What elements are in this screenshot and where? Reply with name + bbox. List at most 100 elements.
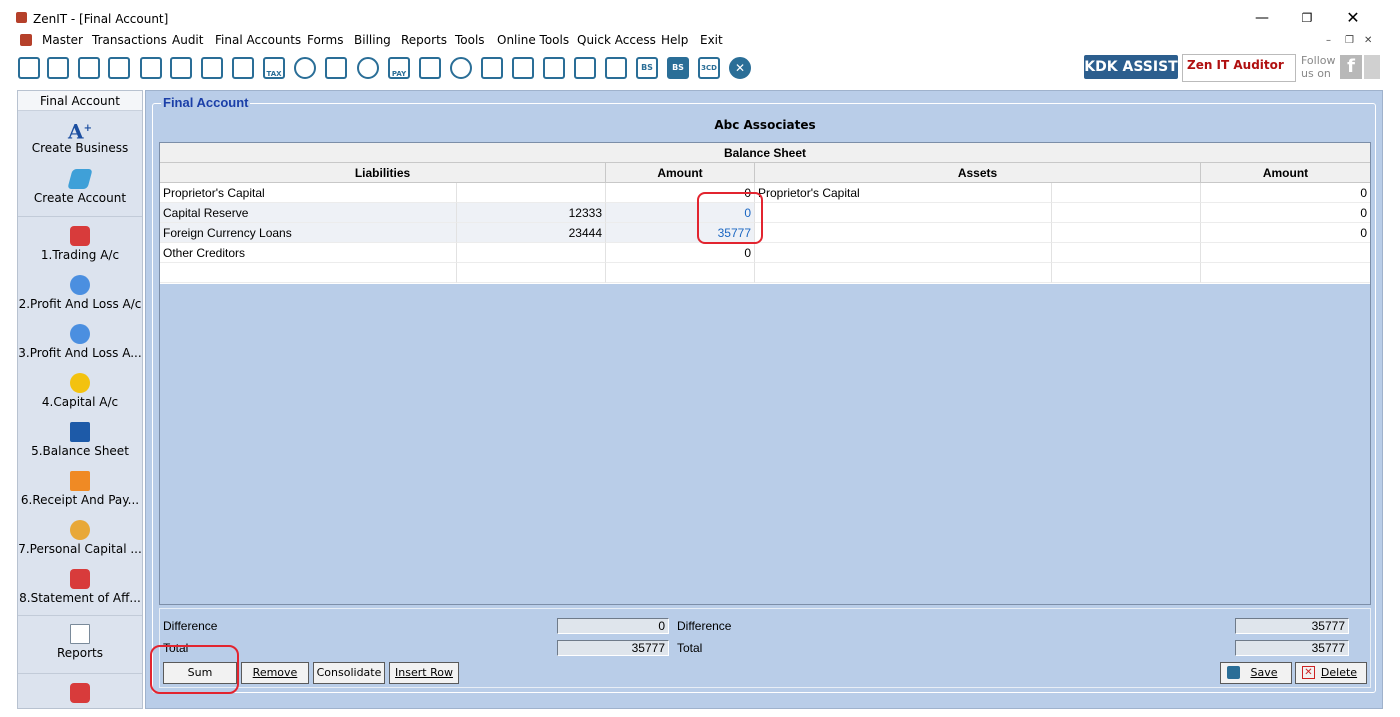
sidebar-item-capital[interactable]: 4.Capital A/c: [18, 373, 142, 409]
header-liabilities[interactable]: Liabilities: [160, 163, 606, 183]
sidebar-item-profit-loss[interactable]: 2.Profit And Loss A/c: [18, 275, 142, 311]
header-amount-left[interactable]: Amount: [606, 163, 755, 183]
sidebar-item-create-account[interactable]: Create Account: [18, 169, 142, 205]
pie-icon[interactable]: [357, 57, 379, 79]
sidebar-item-reports[interactable]: Reports: [18, 624, 142, 660]
3cd-icon[interactable]: 3CD: [698, 57, 720, 79]
eye-icon[interactable]: [294, 57, 316, 79]
sidebar-item-balance-sheet[interactable]: 5.Balance Sheet: [18, 422, 142, 458]
consolidate-button[interactable]: Consolidate: [313, 662, 385, 684]
header-assets[interactable]: Assets: [755, 163, 1201, 183]
building-icon[interactable]: [78, 57, 100, 79]
header-amount-right[interactable]: Amount: [1201, 163, 1370, 183]
close-icon[interactable]: ✕: [1341, 8, 1365, 28]
people-icon[interactable]: [170, 57, 192, 79]
row2-liability[interactable]: Capital Reserve: [160, 203, 457, 223]
person-doc-icon[interactable]: [512, 57, 534, 79]
row5-asset[interactable]: [755, 263, 1052, 283]
pin-icon[interactable]: [201, 57, 223, 79]
minimize-icon[interactable]: —: [1250, 8, 1274, 28]
ledger-icon[interactable]: [18, 57, 40, 79]
row1-sub[interactable]: [457, 183, 606, 203]
row1-asset-sub[interactable]: [1052, 183, 1201, 203]
bs-sch-icon[interactable]: BS: [667, 57, 689, 79]
menu-online-tools[interactable]: Online Tools: [497, 33, 569, 47]
row3-sub[interactable]: 23444: [457, 223, 606, 243]
sidebar-item-more[interactable]: [18, 683, 142, 705]
gift-icon[interactable]: [140, 57, 162, 79]
menu-audit[interactable]: Audit: [172, 33, 203, 47]
sidebar-header[interactable]: Final Account: [18, 91, 142, 111]
row4-asset-amount[interactable]: [1201, 243, 1370, 263]
sidebar-item-create-business[interactable]: A+ Create Business: [18, 119, 142, 155]
row5-asset-sub[interactable]: [1052, 263, 1201, 283]
row5-sub[interactable]: [457, 263, 606, 283]
sidebar-item-receipt-payment[interactable]: 6.Receipt And Pay...: [18, 471, 142, 507]
menu-final-accounts[interactable]: Final Accounts: [215, 33, 301, 47]
menu-quick-access[interactable]: Quick Access: [577, 33, 656, 47]
row5-amount[interactable]: [606, 263, 755, 283]
row2-sub[interactable]: 12333: [457, 203, 606, 223]
menu-tools[interactable]: Tools: [455, 33, 485, 47]
mdi-minimize-icon[interactable]: –: [1326, 35, 1331, 46]
menu-reports[interactable]: Reports: [401, 33, 447, 47]
sidebar-item-statement-of-affairs[interactable]: 8.Statement of Aff...: [18, 569, 142, 605]
calendar-icon[interactable]: [543, 57, 565, 79]
row4-amount[interactable]: 0: [606, 243, 755, 263]
menu-help[interactable]: Help: [661, 33, 688, 47]
info-icon[interactable]: [450, 57, 472, 79]
sidebar-item-trading[interactable]: 1.Trading A/c: [18, 226, 142, 262]
mdi-close-icon[interactable]: ✕: [1364, 35, 1372, 46]
kdk-assist-button[interactable]: KDK ASSIST: [1084, 55, 1178, 79]
menu-exit[interactable]: Exit: [700, 33, 723, 47]
row3-asset[interactable]: [755, 223, 1052, 243]
insert-row-button[interactable]: Insert Row: [389, 662, 459, 684]
row4-sub[interactable]: [457, 243, 606, 263]
bar-chart-icon[interactable]: [108, 57, 130, 79]
zen-it-auditor-field[interactable]: Zen IT Auditor: [1182, 54, 1296, 82]
balance-sheet-grid[interactable]: Balance Sheet Liabilities Amount Assets …: [159, 142, 1371, 605]
row2-asset[interactable]: [755, 203, 1052, 223]
row1-asset-amount[interactable]: 0: [1201, 183, 1370, 203]
copy-icon[interactable]: [605, 57, 627, 79]
menu-forms[interactable]: Forms: [307, 33, 343, 47]
row3-asset-amount[interactable]: 0: [1201, 223, 1370, 243]
row3-asset-sub[interactable]: [1052, 223, 1201, 243]
sidebar-item-personal-capital[interactable]: 7.Personal Capital ...: [18, 520, 142, 556]
home-icon[interactable]: [47, 57, 69, 79]
left-total-field: 35777: [557, 640, 669, 656]
sidebar-item-profit-loss-2[interactable]: 3.Profit And Loss A...: [18, 324, 142, 360]
menu-transactions[interactable]: Transactions: [92, 33, 167, 47]
twitter-icon[interactable]: [1364, 55, 1380, 79]
pay-icon[interactable]: PAY: [388, 57, 410, 79]
row2-asset-sub[interactable]: [1052, 203, 1201, 223]
difference-label-left: Difference: [163, 619, 218, 633]
book-icon[interactable]: [419, 57, 441, 79]
close-circle-icon[interactable]: ✕: [729, 57, 751, 79]
delete-button[interactable]: ✕ Delete: [1295, 662, 1367, 684]
gear-doc-icon[interactable]: [574, 57, 596, 79]
document-icon[interactable]: [481, 57, 503, 79]
calculator-icon[interactable]: [325, 57, 347, 79]
facebook-icon[interactable]: f: [1340, 55, 1362, 79]
remove-button[interactable]: Remove: [241, 662, 309, 684]
menu-billing[interactable]: Billing: [354, 33, 391, 47]
row2-asset-amount[interactable]: 0: [1201, 203, 1370, 223]
row5-liability[interactable]: [160, 263, 457, 283]
sidebar-item-label: 5.Balance Sheet: [31, 444, 129, 458]
tax-icon[interactable]: TAX: [263, 57, 285, 79]
menu-master[interactable]: Master: [42, 33, 83, 47]
row4-liability[interactable]: Other Creditors: [160, 243, 457, 263]
restore-icon[interactable]: ❐: [1295, 8, 1319, 28]
bs-icon[interactable]: BS: [636, 57, 658, 79]
filter-icon[interactable]: [232, 57, 254, 79]
left-difference-field: 0: [557, 618, 669, 634]
row3-liability[interactable]: Foreign Currency Loans: [160, 223, 457, 243]
row4-asset-sub[interactable]: [1052, 243, 1201, 263]
mdi-restore-icon[interactable]: ❐: [1345, 35, 1354, 46]
save-button[interactable]: Save: [1220, 662, 1292, 684]
row1-asset[interactable]: Proprietor's Capital: [755, 183, 1052, 203]
row1-liability[interactable]: Proprietor's Capital: [160, 183, 457, 203]
row4-asset[interactable]: [755, 243, 1052, 263]
row5-asset-amount[interactable]: [1201, 263, 1370, 283]
